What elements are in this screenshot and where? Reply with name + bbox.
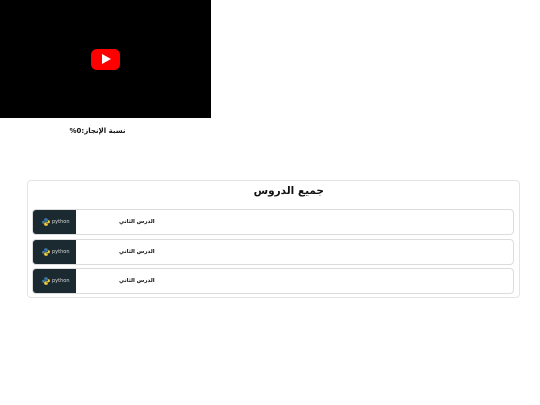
lessons-panel: جميع الدروس python الدرس الثاني python ا… [27, 180, 520, 298]
lesson-thumbnail: python [33, 210, 76, 234]
thumbnail-text: python [52, 277, 70, 284]
lesson-item[interactable]: python الدرس الثاني [32, 239, 514, 265]
lesson-title[interactable]: الدرس الثاني [119, 276, 159, 286]
lesson-title[interactable]: الدرس الثاني [119, 247, 159, 257]
video-player[interactable] [0, 0, 211, 118]
lesson-title[interactable]: الدرس الثاني [119, 217, 159, 227]
youtube-play-icon[interactable] [91, 49, 120, 70]
lesson-item[interactable]: python الدرس الثاني [32, 268, 514, 294]
python-logo-icon [42, 248, 50, 256]
lesson-item[interactable]: python الدرس الثاني [32, 209, 514, 235]
thumbnail-text: python [52, 248, 70, 255]
python-logo-icon [42, 277, 50, 285]
completion-percentage: نسبة الإنجاز:0% [69, 127, 126, 135]
lesson-thumbnail: python [33, 269, 76, 293]
page: نسبة الإنجاز:0% جميع الدروس python الدرس… [0, 0, 540, 405]
thumbnail-text: python [52, 218, 70, 225]
lesson-thumbnail: python [33, 240, 76, 264]
play-triangle-icon [102, 54, 111, 64]
panel-title: جميع الدروس [253, 185, 324, 197]
python-logo-icon [42, 218, 50, 226]
